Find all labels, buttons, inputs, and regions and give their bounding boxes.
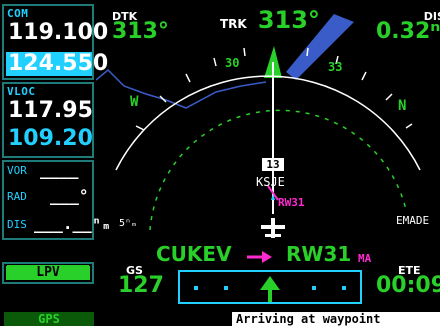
compass-arc xyxy=(115,75,421,171)
trk-field: TRK 313° xyxy=(220,6,320,34)
vloc-label: VLOC xyxy=(7,85,36,98)
vloc-radio-box[interactable]: VLOC 117.95 109.20 xyxy=(2,82,94,158)
message-bar: Arriving at waypoint xyxy=(232,312,440,326)
leg-annunciation: MA xyxy=(358,252,372,265)
enroute-waypoint-label: EMADE xyxy=(396,214,430,227)
trk-value: 313° xyxy=(257,6,320,34)
vor-label: VOR xyxy=(7,164,27,177)
com-radio-box[interactable]: COM 119.100 124.550 xyxy=(2,4,108,80)
dis-value: 0.32ⁿₘ xyxy=(376,19,440,44)
cdi-dot xyxy=(312,286,316,290)
cdi-dot xyxy=(224,286,228,290)
cdi-dot xyxy=(342,286,346,290)
vor-dis-label: DIS xyxy=(7,218,27,231)
com-standby-frequency: 124.550 xyxy=(8,51,109,76)
dtk-field: DTK 313° xyxy=(112,10,169,44)
cdi-dot xyxy=(194,286,198,290)
gs-value: 127 xyxy=(118,273,164,298)
dis-field: DIS 0.32ⁿₘ xyxy=(376,10,440,44)
map-scale[interactable]: 5ⁿₘ xyxy=(119,218,137,229)
com-active-frequency: 119.100 xyxy=(8,20,109,45)
ete-value: 00:09 xyxy=(376,273,440,298)
trk-label: TRK xyxy=(220,17,247,31)
approach-mode-label: LPV xyxy=(7,265,89,280)
compass-n-label: N xyxy=(398,98,407,114)
rad-value: ___° xyxy=(50,186,89,205)
boundary-line xyxy=(96,68,267,109)
to-arrow-icon xyxy=(247,251,272,263)
compass-30-label: 30 xyxy=(225,56,240,70)
dtk-value: 313° xyxy=(112,19,169,44)
vor-info-box: VOR ____ RAD ___° DIS ___.__ⁿₘ xyxy=(2,160,111,240)
compass-w-label: W xyxy=(130,94,139,110)
gs-field: GS 127 xyxy=(118,264,164,298)
vor-value: ____ xyxy=(40,160,79,179)
com-label: COM xyxy=(7,7,29,20)
ete-field: ETE 00:09 xyxy=(376,264,440,298)
aircraft-icon xyxy=(261,218,285,238)
airport-label: KSJE xyxy=(256,175,285,189)
runway-number-label: 13 xyxy=(262,158,284,171)
com-standby-highlight[interactable]: 124.550 xyxy=(6,51,108,76)
vloc-active-frequency: 117.95 xyxy=(8,98,93,123)
moving-map[interactable]: W 30 33 N 13 KSJE RW31 5ⁿₘ EMADE DTK 313… xyxy=(96,0,440,312)
leg-to-waypoint: RW31 xyxy=(286,242,352,266)
cdi-bar xyxy=(178,270,362,304)
waypoint-label: RW31 xyxy=(278,196,305,209)
approach-mode-annunciator: LPV xyxy=(6,265,90,280)
gps-status-label: GPS xyxy=(4,312,94,326)
leg-from-waypoint: CUKEV xyxy=(156,242,232,266)
left-radio-panel: COM 119.100 124.550 VLOC 117.95 109.20 V… xyxy=(0,0,111,312)
approach-mode-box: LPV xyxy=(2,262,94,284)
vloc-standby-frequency: 109.20 xyxy=(8,126,93,151)
compass-33-label: 33 xyxy=(328,60,343,74)
cdi-needle-icon xyxy=(260,276,280,302)
rad-label: RAD xyxy=(7,190,27,203)
